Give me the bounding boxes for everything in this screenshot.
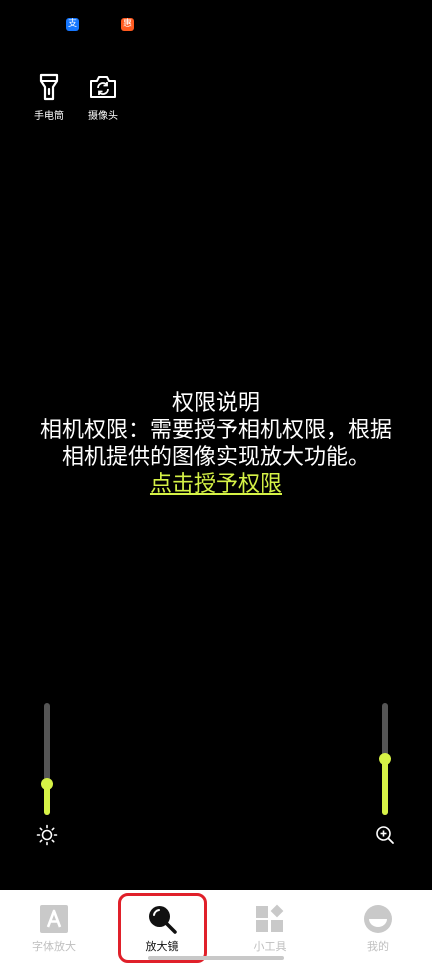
bottom-navigation: 字体放大 放大镜 小工具 我的 [0, 890, 432, 964]
zoom-slider-thumb[interactable] [379, 753, 391, 765]
tab-font-size-label: 字体放大 [32, 940, 76, 953]
widgets-icon [256, 904, 284, 932]
tab-widgets[interactable]: 小工具 [216, 890, 324, 964]
zoom-in-icon [376, 826, 394, 844]
tab-profile[interactable]: 我的 [324, 890, 432, 964]
camera-switch-button[interactable]: 摄像头 [88, 72, 118, 122]
magnifier-icon [149, 906, 177, 934]
flashlight-button[interactable]: 手电筒 [34, 72, 64, 122]
tab-font-size[interactable]: 字体放大 [0, 890, 108, 964]
home-indicator[interactable] [148, 956, 284, 960]
camera-switch-icon [90, 76, 116, 98]
zoom-slider-fill [382, 759, 388, 815]
app-notification-icon: 惠 [121, 18, 134, 31]
permission-title: 权限说明 [171, 391, 260, 416]
brightness-slider[interactable] [37, 703, 57, 815]
tab-profile-label: 我的 [367, 940, 389, 953]
camera-label: 摄像头 [88, 111, 118, 122]
status-bar: 支 惠 [66, 18, 134, 32]
grant-permission-link[interactable]: 点击授予权限 [150, 472, 282, 497]
permission-notice: 权限说明 相机权限：需要授予相机权限，根据 相机提供的图像实现放大功能。 点击授… [0, 390, 432, 498]
permission-text-line2: 相机提供的图像实现放大功能。 [61, 445, 370, 470]
permission-text-line1: 相机权限：需要授予相机权限，根据 [39, 418, 392, 443]
tab-widgets-label: 小工具 [253, 940, 287, 953]
brightness-icon [36, 824, 58, 846]
tab-magnifier-label: 放大镜 [145, 940, 179, 953]
brightness-slider-thumb[interactable] [41, 778, 53, 790]
font-size-icon [40, 905, 68, 933]
profile-icon [364, 905, 392, 933]
flashlight-icon [39, 73, 59, 101]
zoom-slider[interactable] [375, 703, 395, 815]
magnifier-screen: 支 惠 手电筒 摄像头 权限说明 相机权限：需要授予相机权限，根据 相机提供的图… [0, 0, 432, 964]
flashlight-label: 手电筒 [34, 111, 64, 122]
alipay-icon: 支 [66, 18, 79, 31]
tab-magnifier[interactable]: 放大镜 [108, 890, 216, 964]
